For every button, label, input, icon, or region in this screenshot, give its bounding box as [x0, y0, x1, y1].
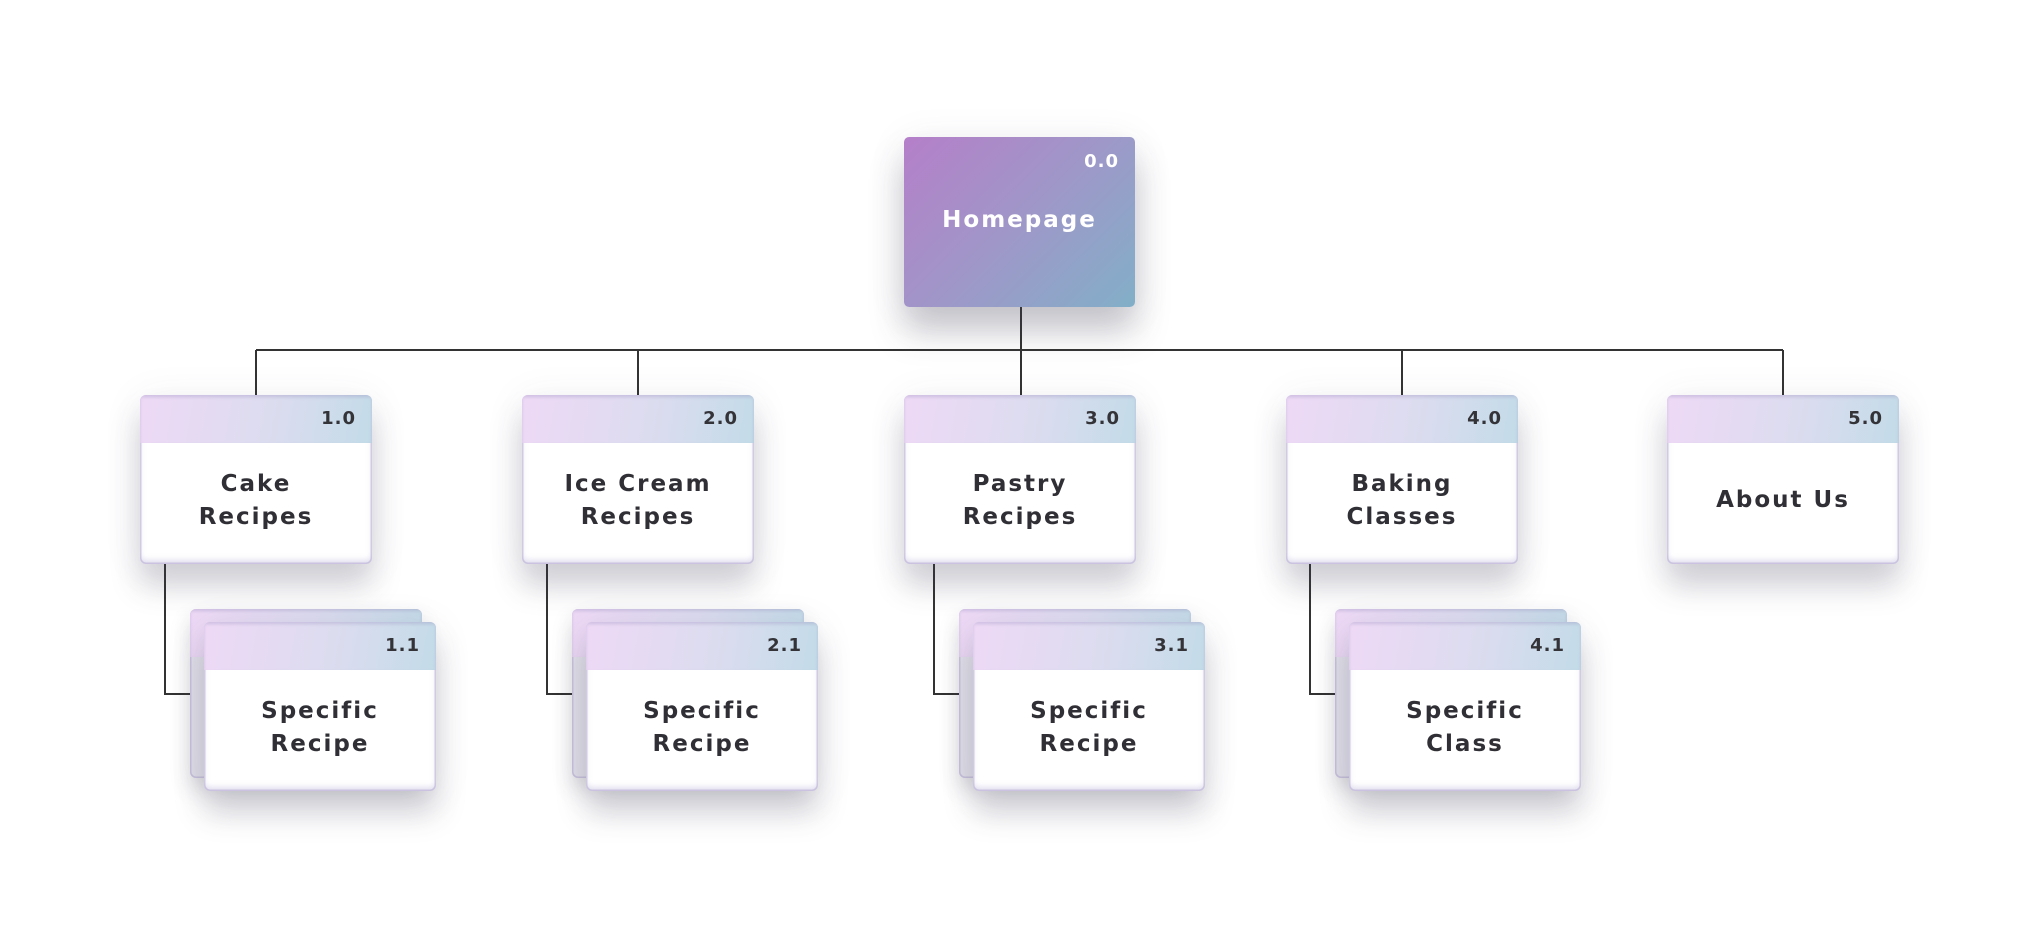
node-label: Pastry Recipes [962, 470, 1078, 530]
connector-to-child-3 [933, 564, 959, 695]
node-label: Homepage [942, 207, 1097, 233]
connector-to-child-1 [164, 564, 190, 695]
node-section-2[interactable]: 2.0 Ice Cream Recipes [522, 395, 754, 564]
connector-to-child-4 [1309, 564, 1335, 695]
node-section-3[interactable]: 3.0 Pastry Recipes [904, 395, 1136, 564]
node-label: Specific Recipe [643, 697, 761, 757]
node-id: 3.0 [1085, 408, 1120, 429]
node-label: Specific Class [1406, 697, 1524, 757]
node-id: 4.1 [1530, 635, 1565, 656]
node-section-4[interactable]: 4.0 Baking Classes [1286, 395, 1518, 564]
node-child-3-1[interactable]: 3.1 Specific Recipe [973, 622, 1205, 791]
node-label: About Us [1716, 487, 1850, 513]
node-id: 1.1 [385, 635, 420, 656]
sitemap-diagram: 0.0 Homepage 1.0 Cake Recipes 2.0 Ice Cr… [0, 0, 2040, 926]
node-id: 3.1 [1154, 635, 1189, 656]
node-id: 4.0 [1467, 408, 1502, 429]
node-id: 2.0 [703, 408, 738, 429]
node-id: 2.1 [767, 635, 802, 656]
node-label: Specific Recipe [261, 697, 379, 757]
node-id: 0.0 [1084, 151, 1119, 172]
connector-to-child-2 [546, 564, 572, 695]
node-section-5[interactable]: 5.0 About Us [1667, 395, 1899, 564]
node-homepage[interactable]: 0.0 Homepage [904, 137, 1135, 307]
node-id: 5.0 [1848, 408, 1883, 429]
node-label: Ice Cream Recipes [564, 470, 712, 530]
node-label: Cake Recipes [198, 470, 314, 530]
node-child-4-1[interactable]: 4.1 Specific Class [1349, 622, 1581, 791]
node-id: 1.0 [321, 408, 356, 429]
node-child-2-1[interactable]: 2.1 Specific Recipe [586, 622, 818, 791]
node-section-1[interactable]: 1.0 Cake Recipes [140, 395, 372, 564]
node-label: Baking Classes [1346, 470, 1458, 530]
node-child-1-1[interactable]: 1.1 Specific Recipe [204, 622, 436, 791]
node-label: Specific Recipe [1030, 697, 1148, 757]
